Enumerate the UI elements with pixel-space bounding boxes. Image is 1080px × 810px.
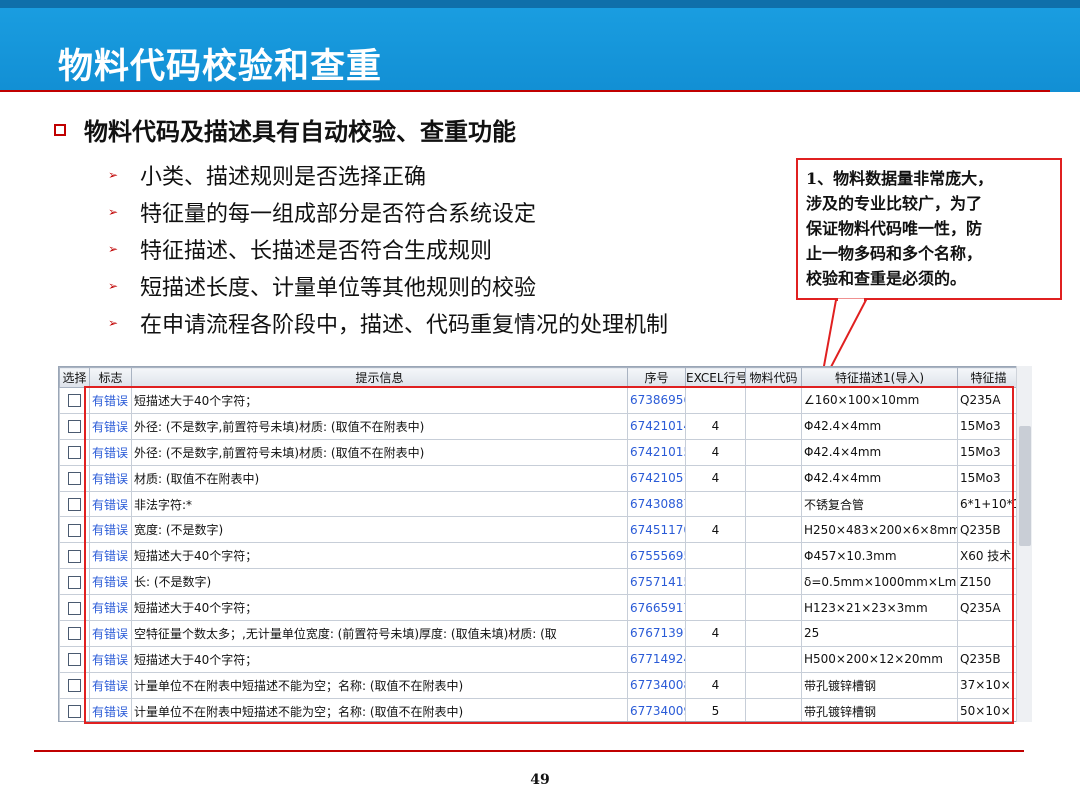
row-checkbox[interactable] [68,549,81,563]
row-checkbox[interactable] [68,705,81,719]
row-checkbox[interactable] [68,653,81,667]
table-header-row: 选择 标志 提示信息 序号 EXCEL行号 物料代码 特征描述1(导入) 特征描 [59,367,1020,388]
callout-line: 涉及的专业比较广，为了 [806,194,983,213]
column-header[interactable]: 标志 [89,367,132,388]
highlight-frame [84,386,1014,724]
callout-line: 1、物料数据量非常庞大， [806,169,994,188]
sub-bullet-text: 短描述长度、计量单位等其他规则的校验 [140,275,537,301]
column-header[interactable]: 特征描 [957,367,1020,388]
column-header[interactable]: 特征描述1(导入) [801,367,958,388]
sub-bullet-list: ➢ 小类、描述规则是否选择正确 ➢ 特征量的每一组成部分是否符合系统设定 ➢ 特征描述、长… [108,156,668,341]
arrow-bullet-icon: ➢ [108,241,119,256]
sub-bullet-text: 特征量的每一组成部分是否符合系统设定 [140,201,537,227]
column-header[interactable]: 提示信息 [131,367,628,388]
row-checkbox[interactable] [68,627,81,641]
top-strip [0,0,1080,8]
sub-bullet-text: 在申请流程各阶段中，描述、代码重复情况的处理机制 [140,312,669,338]
column-header[interactable]: 选择 [59,367,90,388]
slide-title: 物料代码校验和查重 [58,47,383,87]
row-checkbox[interactable] [68,420,81,434]
main-bullet-text: 物料代码及描述具有自动校验、查重功能 [84,118,516,146]
sub-bullet-item: ➢ 特征量的每一组成部分是否符合系统设定 [108,193,668,230]
title-underline [0,90,1050,92]
arrow-bullet-icon: ➢ [108,315,119,330]
row-checkbox[interactable] [68,472,81,486]
arrow-bullet-icon: ➢ [108,167,119,182]
row-checkbox[interactable] [68,498,81,511]
callout-line: 校验和查重是必须的。 [806,269,967,288]
title-bar: 物料代码校验和查重 [0,8,1080,92]
sub-bullet-text: 小类、描述规则是否选择正确 [140,164,427,190]
arrow-bullet-icon: ➢ [108,204,119,219]
callout-line: 保证物料代码唯一性，防 [806,219,983,238]
sub-bullet-item: ➢ 短描述长度、计量单位等其他规则的校验 [108,267,668,304]
row-checkbox[interactable] [68,575,81,589]
sub-bullet-item: ➢ 小类、描述规则是否选择正确 [108,156,668,193]
sub-bullet-item: ➢ 特征描述、长描述是否符合生成规则 [108,230,668,267]
callout-box: 1、物料数据量非常庞大， 涉及的专业比较广，为了 保证物料代码唯一性，防 止一物多码和… [796,158,1062,300]
column-header[interactable]: EXCEL行号 [685,367,746,388]
callout-line: 止一物多码和多个名称， [806,244,983,263]
column-header[interactable]: 物料代码 [745,367,802,388]
vertical-scrollbar[interactable] [1016,366,1032,722]
main-bullet: 物料代码及描述具有自动校验、查重功能 [54,112,516,147]
arrow-bullet-icon: ➢ [108,278,119,293]
sub-bullet-text: 特征描述、长描述是否符合生成规则 [140,238,493,264]
page-number: 49 [530,772,550,788]
sub-bullet-item: ➢ 在申请流程各阶段中，描述、代码重复情况的处理机制 [108,304,668,341]
scrollbar-thumb[interactable] [1019,426,1031,546]
square-bullet-icon [54,123,66,136]
column-header[interactable]: 序号 [627,367,686,388]
row-checkbox[interactable] [68,394,81,408]
footer-line [34,750,1024,752]
row-checkbox[interactable] [68,523,81,537]
row-checkbox[interactable] [68,446,81,460]
row-checkbox[interactable] [68,679,81,693]
row-checkbox[interactable] [68,601,81,615]
